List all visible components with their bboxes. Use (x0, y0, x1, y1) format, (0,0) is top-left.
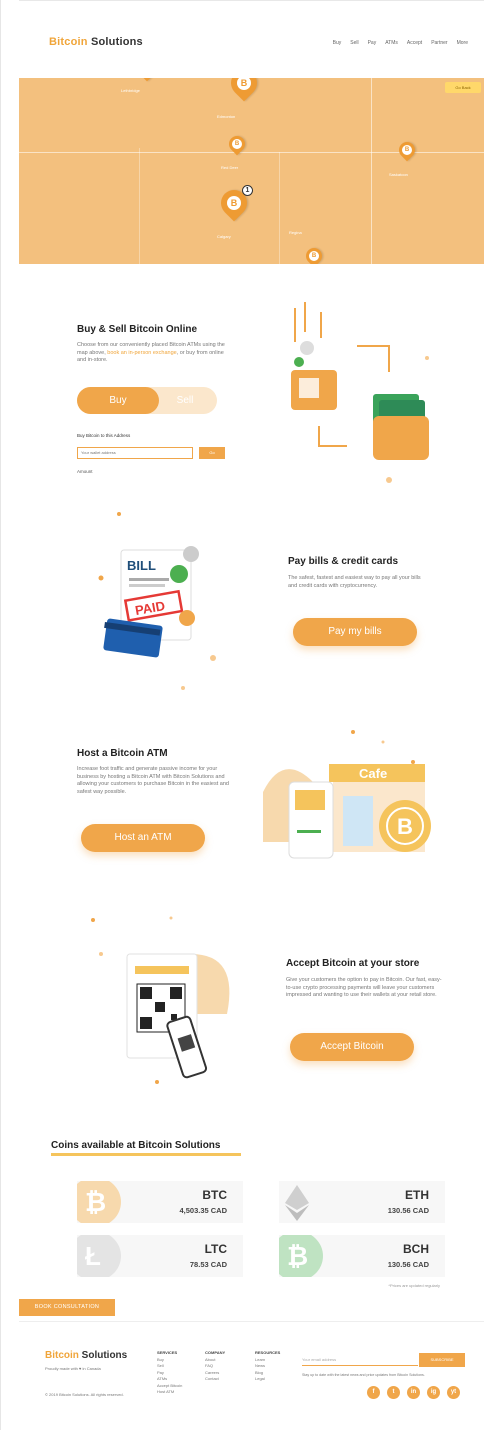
nav-item-atms[interactable]: ATMs (385, 40, 398, 46)
coin-symbol: LTC (204, 1242, 227, 1256)
prices-note: *Prices are updated regularly (388, 1283, 440, 1288)
host-atm-text: Increase foot traffic and generate passi… (77, 766, 229, 795)
instagram-icon[interactable]: ig (427, 1386, 440, 1399)
nav-item-sell[interactable]: Sell (350, 40, 358, 46)
cafe-sign: Cafe (359, 766, 387, 781)
atm-map[interactable]: Go Back B Lethbridge B Edmonton B Red De… (19, 78, 484, 264)
coin-card-bch[interactable]: ₿ BCH 130.56 CAD (279, 1235, 445, 1277)
coin-price: 130.56 CAD (387, 1206, 429, 1215)
city-label: Lethbridge (121, 88, 140, 93)
bch-glyph-icon: ₿ (287, 1241, 309, 1271)
nav-item-buy[interactable]: Buy (333, 40, 342, 46)
in-person-exchange-link[interactable]: book an in-person exchange (107, 350, 176, 356)
coin-symbol: BTC (202, 1188, 227, 1202)
twitter-icon[interactable]: t (387, 1386, 400, 1399)
btc-glyph-icon: ₿ (85, 1187, 107, 1217)
linkedin-icon[interactable]: in (407, 1386, 420, 1399)
svg-text:B: B (397, 814, 413, 839)
accept-bitcoin-button[interactable]: Accept Bitcoin (290, 1033, 414, 1061)
coin-symbol: ETH (405, 1188, 429, 1202)
buy-sell-illustration (291, 302, 429, 483)
logo-prefix: Bitcoin (49, 36, 88, 48)
pay-bills-text: The safest, fastest and easiest way to p… (288, 575, 421, 589)
coin-card-ltc[interactable]: Ł LTC 78.53 CAD (77, 1235, 243, 1277)
footer-col-heading: RESOURCES (255, 1350, 281, 1355)
nav-item-pay[interactable]: Pay (368, 40, 377, 46)
coin-price: 78.53 CAD (189, 1260, 227, 1269)
footer-link[interactable]: Legal (255, 1376, 280, 1383)
footer-link[interactable]: Contact (205, 1376, 225, 1383)
buy-sell-toggle[interactable]: Buy Sell (77, 387, 217, 414)
subscribe-note: Stay up to date with the latest news and… (302, 1373, 425, 1377)
logo-suffix: Solutions (87, 36, 143, 48)
footer-col-services: SERVICES Buy Sell Pay ATMs Accept Bitcoi… (157, 1350, 182, 1396)
coin-symbol: BCH (403, 1242, 429, 1256)
bill-illustration: BILL PAID (98, 512, 216, 690)
wallet-form: Your wallet address Go (77, 447, 227, 459)
host-atm-button[interactable]: Host an ATM (81, 824, 205, 852)
map-pin-saskatoon[interactable]: B (395, 138, 419, 162)
nav-item-accept[interactable]: Accept (407, 40, 422, 46)
host-atm-title: Host a Bitcoin ATM (77, 748, 168, 759)
footer-col-company: COMPANY About FAQ Careers Contact (205, 1350, 225, 1383)
map-border-line (371, 78, 372, 264)
city-label-edmonton: Edmonton (217, 114, 236, 119)
pay-bills-button[interactable]: Pay my bills (293, 618, 417, 646)
map-pin-edmonton[interactable]: B (225, 78, 263, 102)
site-header: Bitcoin Solutions Buy Sell Pay ATMs Acce… (19, 0, 484, 78)
facebook-icon[interactable]: f (367, 1386, 380, 1399)
youtube-icon[interactable]: yt (447, 1386, 460, 1399)
wallet-address-input[interactable]: Your wallet address (77, 447, 193, 459)
map-back-tag[interactable]: Go Back (445, 82, 481, 93)
city-label-red-deer: Red Deer (221, 165, 239, 170)
accept-title: Accept Bitcoin at your store (286, 958, 420, 969)
coins-section-title: Coins available at Bitcoin Solutions (51, 1140, 221, 1151)
nav-item-more[interactable]: More (457, 40, 468, 46)
page: Bitcoin Solutions Buy Sell Pay ATMs Acce… (0, 0, 484, 1430)
footer-logo[interactable]: Bitcoin Solutions (45, 1350, 127, 1361)
wallet-go-button[interactable]: Go (199, 447, 225, 459)
footer-col-heading: COMPANY (205, 1350, 226, 1355)
main-nav: Buy Sell Pay ATMs Accept Partner More (333, 40, 468, 46)
buy-sell-title: Buy & Sell Bitcoin Online (77, 324, 198, 335)
qr-payment-illustration (91, 916, 230, 1084)
nav-item-partner[interactable]: Partner (431, 40, 447, 46)
coin-price: 130.56 CAD (387, 1260, 429, 1269)
eth-diamond-icon (285, 1185, 309, 1221)
logo[interactable]: Bitcoin Solutions (49, 36, 143, 48)
wallet-form-label: Buy Bitcoin to this Address (77, 433, 131, 438)
footer-col-resources: RESOURCES Learn News Blog Legal (255, 1350, 280, 1383)
book-consultation-button[interactable]: BOOK CONSULTATION (19, 1299, 115, 1316)
coins-title-underline (51, 1153, 241, 1156)
pin-count-badge: 1 (242, 185, 253, 196)
amount-label: Amount (77, 469, 93, 474)
city-label-regina: Regina (289, 230, 302, 235)
accept-text: Give your customers the option to pay in… (286, 977, 442, 998)
subscribe-email-input[interactable]: Your email address (302, 1353, 418, 1366)
sell-toggle-button[interactable]: Sell (165, 387, 205, 414)
site-footer: Bitcoin Solutions Proudly made with ♥ in… (19, 1321, 484, 1421)
buy-sell-text: Choose from our conveniently placed Bitc… (77, 342, 225, 363)
city-label-saskatoon: Saskatoon (389, 172, 408, 177)
map-road (279, 152, 280, 264)
atm-store-illustration: Cafe B (263, 730, 431, 859)
map-pin[interactable]: B (135, 78, 159, 82)
subscribe-button[interactable]: SUBSCRIBE (419, 1353, 465, 1367)
ltc-glyph-icon: Ł (85, 1241, 101, 1271)
coin-card-btc[interactable]: ₿ BTC 4,503.35 CAD (77, 1181, 243, 1223)
footer-logo-prefix: Bitcoin (45, 1350, 79, 1361)
coin-card-eth[interactable]: ETH 130.56 CAD (279, 1181, 445, 1223)
city-label-calgary: Calgary (217, 234, 231, 239)
coin-price: 4,503.35 CAD (179, 1206, 227, 1215)
map-road (139, 148, 140, 264)
map-pin[interactable]: B (302, 244, 326, 264)
buy-toggle-button[interactable]: Buy (77, 387, 159, 414)
footer-copyright: © 2019 Bitcoin Solutions. All rights res… (45, 1392, 124, 1397)
footer-link[interactable]: Host ATM (157, 1389, 182, 1396)
footer-tagline: Proudly made with ♥ in Canada (45, 1366, 101, 1371)
bill-word: BILL (127, 558, 156, 573)
footer-logo-suffix: Solutions (78, 1350, 128, 1361)
pay-bills-title: Pay bills & credit cards (288, 556, 399, 567)
